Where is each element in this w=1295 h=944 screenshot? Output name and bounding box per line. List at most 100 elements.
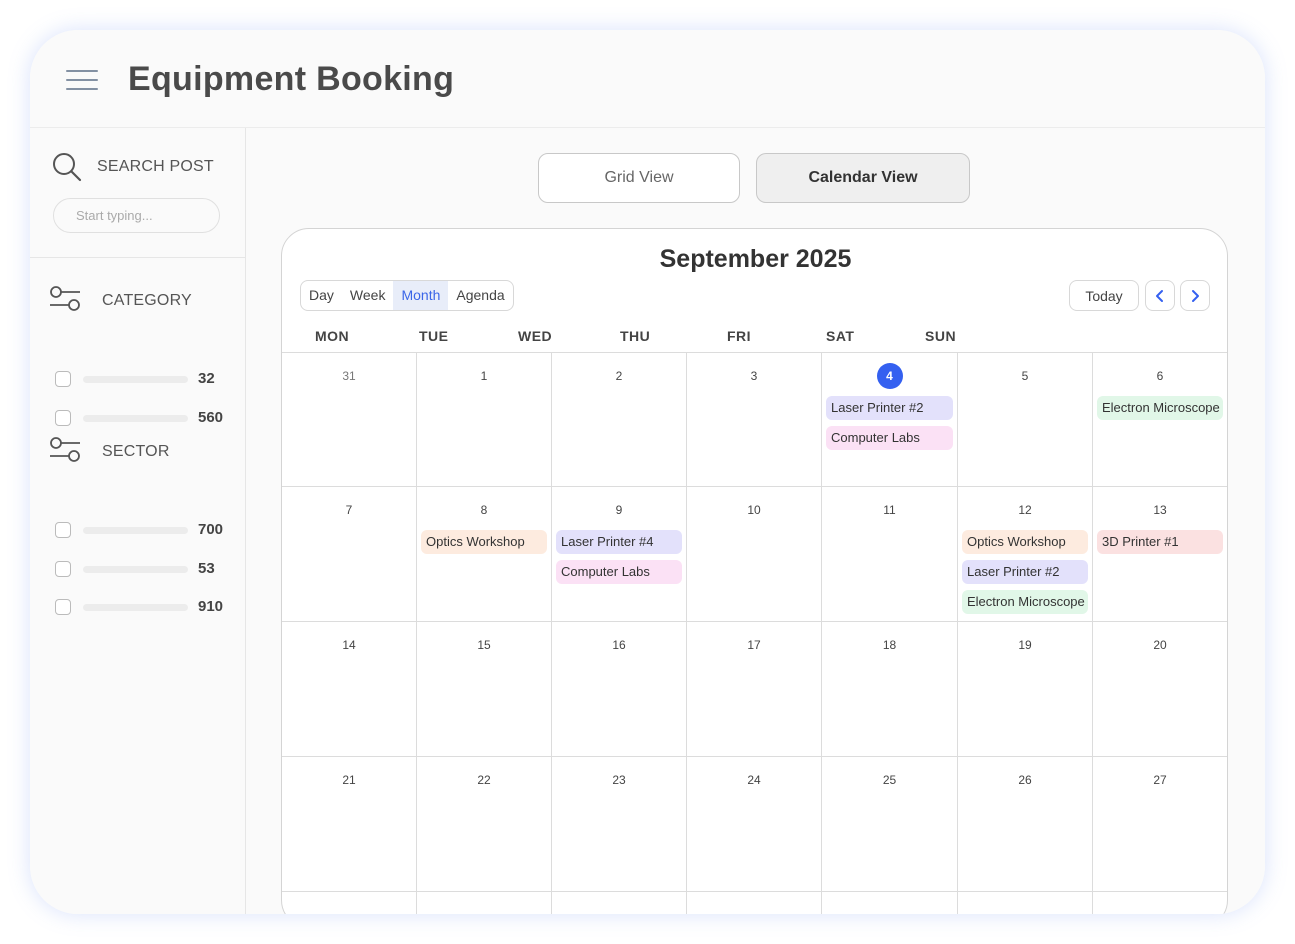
day-cell[interactable]: 25	[822, 757, 958, 892]
day-number: 10	[747, 503, 761, 517]
day-cell[interactable]: 13 3D Printer #1	[1093, 487, 1227, 622]
day-number: 14	[342, 638, 356, 652]
day-cell[interactable]	[1093, 892, 1227, 914]
day-cell[interactable]: 20	[1093, 622, 1227, 757]
day-number: 25	[882, 773, 897, 787]
sector-option-3: 910	[55, 597, 235, 617]
weekday-thu: THU	[620, 328, 651, 344]
day-cell[interactable]: 2	[552, 352, 687, 487]
next-month-button[interactable]	[1180, 280, 1210, 311]
day-cell[interactable]: 31	[282, 352, 417, 487]
day-number: 9	[615, 503, 623, 517]
search-label: SEARCH POST	[97, 158, 214, 175]
event-chip[interactable]: Laser Printer #2	[826, 396, 953, 420]
day-cell[interactable]	[958, 892, 1093, 914]
sector-count-2: 53	[198, 560, 215, 577]
day-cell[interactable]: 10	[687, 487, 822, 622]
filter-sliders-icon	[50, 286, 80, 311]
day-number: 13	[1153, 503, 1167, 517]
weekday-tue: TUE	[419, 328, 449, 344]
hamburger-menu-icon[interactable]	[66, 68, 98, 92]
event-chip[interactable]: Electron Microscope	[962, 590, 1088, 614]
day-number: 26	[1018, 773, 1032, 787]
sector-option-2: 53	[55, 559, 235, 579]
app-window: Equipment Booking SEARCH POST CATEGORY 3…	[30, 30, 1265, 914]
mode-tab-week[interactable]: Week	[342, 281, 394, 310]
day-cell[interactable]	[282, 892, 417, 914]
day-number: 16	[612, 638, 626, 652]
day-number: 21	[342, 773, 356, 787]
day-cell[interactable]: 3	[687, 352, 822, 487]
day-cell[interactable]	[687, 892, 822, 914]
day-cell[interactable]	[822, 892, 958, 914]
category-checkbox-1[interactable]	[55, 371, 71, 387]
sector-checkbox-2[interactable]	[55, 561, 71, 577]
day-cell[interactable]: 14	[282, 622, 417, 757]
mode-tab-month[interactable]: Month	[393, 281, 449, 310]
page-title: Equipment Booking	[128, 60, 455, 98]
event-chip[interactable]: Laser Printer #2	[962, 560, 1088, 584]
sector-bar-1	[83, 527, 188, 534]
day-cell[interactable]: 24	[687, 757, 822, 892]
day-number: 7	[345, 503, 353, 517]
day-cell[interactable]: 1	[417, 352, 552, 487]
category-checkbox-2[interactable]	[55, 410, 71, 426]
sector-header: SECTOR	[49, 436, 239, 466]
category-count-2: 560	[198, 409, 224, 426]
mode-tab-day[interactable]: Day	[301, 281, 342, 310]
day-cell[interactable]: 19	[958, 622, 1093, 757]
day-number: 24	[747, 773, 761, 787]
chevron-right-icon	[1192, 289, 1199, 302]
day-cell[interactable]: 21	[282, 757, 417, 892]
event-chip[interactable]: Computer Labs	[556, 560, 682, 584]
event-chip[interactable]: Optics Workshop	[962, 530, 1088, 554]
day-cell[interactable]	[417, 892, 552, 914]
sidebar-divider	[30, 257, 246, 258]
day-number: 19	[1018, 638, 1032, 652]
day-cell[interactable]	[552, 892, 687, 914]
search-input[interactable]	[53, 198, 220, 233]
day-cell[interactable]: 18	[822, 622, 958, 757]
day-cell[interactable]: 16	[552, 622, 687, 757]
event-chip[interactable]: Optics Workshop	[421, 530, 547, 554]
sector-checkbox-3[interactable]	[55, 599, 71, 615]
category-count-1: 32	[198, 370, 215, 387]
category-option-1: 32	[55, 369, 235, 389]
day-cell[interactable]: 6 Electron Microscope	[1093, 352, 1227, 487]
view-mode-switcher: Day Week Month Agenda	[300, 280, 514, 311]
category-header: CATEGORY	[49, 285, 239, 315]
sector-bar-3	[83, 604, 188, 611]
sector-checkbox-1[interactable]	[55, 522, 71, 538]
day-cell[interactable]: 15	[417, 622, 552, 757]
day-cell[interactable]: 12 Optics Workshop Laser Printer #2 Electro…	[958, 487, 1093, 622]
prev-month-button[interactable]	[1145, 280, 1175, 311]
day-cell[interactable]: 7	[282, 487, 417, 622]
day-number: 1	[480, 369, 488, 383]
day-cell[interactable]: 5	[958, 352, 1093, 487]
day-cell[interactable]: 9 Laser Printer #4 Computer Labs	[552, 487, 687, 622]
event-chip[interactable]: Laser Printer #4	[556, 530, 682, 554]
day-number: 2	[615, 369, 623, 383]
calendar-view-button[interactable]: Calendar View	[756, 153, 970, 203]
today-button[interactable]: Today	[1069, 280, 1139, 311]
event-chip[interactable]: 3D Printer #1	[1097, 530, 1223, 554]
day-cell[interactable]: 27	[1093, 757, 1227, 892]
event-chip[interactable]: Computer Labs	[826, 426, 953, 450]
grid-view-button[interactable]: Grid View	[538, 153, 740, 203]
event-chip[interactable]: Electron Microscope	[1097, 396, 1223, 420]
day-cell[interactable]: 22	[417, 757, 552, 892]
weekday-fri: FRI	[727, 328, 752, 344]
day-cell[interactable]: 8 Optics Workshop	[417, 487, 552, 622]
day-cell[interactable]: 23	[552, 757, 687, 892]
day-cell[interactable]: 11	[822, 487, 958, 622]
filter-sliders-icon	[50, 437, 80, 462]
weekday-sat: SAT	[826, 328, 855, 344]
day-cell[interactable]: 26	[958, 757, 1093, 892]
day-cell[interactable]: 4 Laser Printer #2 Computer Labs	[822, 352, 958, 487]
day-cell[interactable]: 17	[687, 622, 822, 757]
chevron-left-icon	[1156, 289, 1163, 302]
weekday-wed: WED	[518, 328, 553, 344]
day-number: 6	[1156, 369, 1164, 383]
calendar-title: September 2025	[659, 245, 852, 273]
mode-tab-agenda[interactable]: Agenda	[448, 281, 512, 310]
